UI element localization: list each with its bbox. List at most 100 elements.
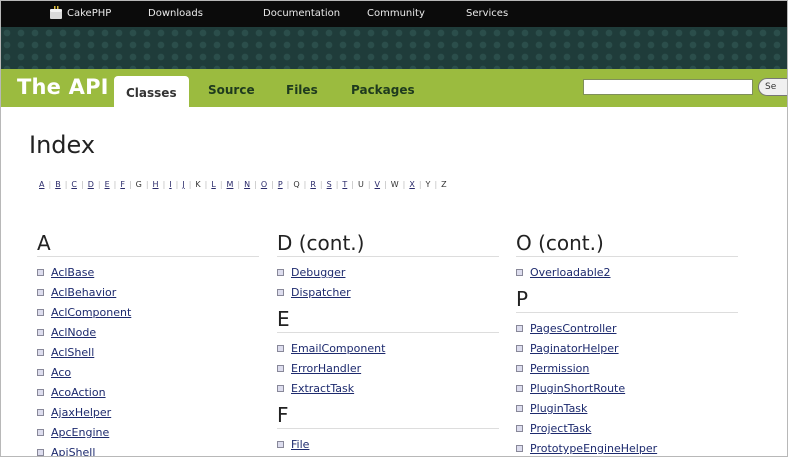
bullet-icon bbox=[37, 389, 44, 396]
nav-community[interactable]: Community bbox=[367, 8, 425, 19]
letter-separator: | bbox=[162, 180, 166, 189]
nav-downloads[interactable]: Downloads bbox=[148, 8, 203, 19]
letter-p[interactable]: P bbox=[278, 180, 283, 189]
letter-separator: | bbox=[219, 180, 223, 189]
letter-a[interactable]: A bbox=[39, 180, 44, 189]
class-link[interactable]: ApcEngine bbox=[51, 426, 109, 439]
class-link[interactable]: Dispatcher bbox=[291, 286, 351, 299]
list-item: Aco bbox=[37, 363, 259, 383]
class-link[interactable]: PluginTask bbox=[530, 402, 587, 415]
letter-separator: | bbox=[64, 180, 68, 189]
list-item: PluginShortRoute bbox=[516, 379, 738, 399]
top-navigation-bar: CakePHP Downloads Documentation Communit… bbox=[1, 1, 787, 27]
class-list: EmailComponent ErrorHandler ExtractTask bbox=[277, 339, 499, 399]
letter-separator: | bbox=[175, 180, 179, 189]
letter-h[interactable]: H bbox=[153, 180, 159, 189]
bullet-icon bbox=[516, 345, 523, 352]
letter-index: A | B | C | D | E | F | G | H | I | J | K | L | M | N | O | P | Q | R | S | T |… bbox=[39, 180, 450, 189]
letter-separator: | bbox=[97, 180, 101, 189]
class-link[interactable]: Permission bbox=[530, 362, 589, 375]
column-1: A AclBase AclBehavior AclComponent AclNode Ac… bbox=[37, 231, 259, 456]
letter-v[interactable]: V bbox=[375, 180, 380, 189]
class-link[interactable]: AclComponent bbox=[51, 306, 131, 319]
letter-b[interactable]: B bbox=[55, 180, 61, 189]
letter-separator: | bbox=[48, 180, 52, 189]
class-link[interactable]: AclBase bbox=[51, 266, 94, 279]
letter-separator: | bbox=[367, 180, 371, 189]
class-link[interactable]: ApiShell bbox=[51, 446, 95, 456]
letter-l[interactable]: L bbox=[211, 180, 215, 189]
letter-d[interactable]: D bbox=[88, 180, 94, 189]
class-link[interactable]: PrototypeEngineHelper bbox=[530, 442, 657, 455]
class-link[interactable]: AclBehavior bbox=[51, 286, 116, 299]
list-item: AclComponent bbox=[37, 303, 259, 323]
list-item: ProjectTask bbox=[516, 419, 738, 439]
list-item: File bbox=[277, 435, 499, 455]
bullet-icon bbox=[516, 269, 523, 276]
class-link[interactable]: ErrorHandler bbox=[291, 362, 361, 375]
letter-i[interactable]: I bbox=[169, 180, 171, 189]
letter-s[interactable]: S bbox=[327, 180, 332, 189]
letter-o[interactable]: O bbox=[261, 180, 267, 189]
tab-classes[interactable]: Classes bbox=[114, 76, 189, 107]
list-item: PluginTask bbox=[516, 399, 738, 419]
nav-services[interactable]: Services bbox=[466, 8, 508, 19]
letter-w: W bbox=[390, 180, 399, 189]
letter-m[interactable]: M bbox=[227, 180, 234, 189]
letter-separator: | bbox=[434, 180, 438, 189]
list-item: EmailComponent bbox=[277, 339, 499, 359]
list-item: ApcEngine bbox=[37, 423, 259, 443]
letter-y: Y bbox=[425, 180, 431, 189]
search-input[interactable] bbox=[583, 79, 753, 95]
letter-f[interactable]: F bbox=[120, 180, 125, 189]
class-link[interactable]: File bbox=[291, 438, 309, 451]
site-title[interactable]: The API bbox=[17, 75, 109, 99]
class-link[interactable]: PaginatorHelper bbox=[530, 342, 619, 355]
bullet-icon bbox=[277, 441, 284, 448]
class-link[interactable]: EmailComponent bbox=[291, 342, 385, 355]
letter-t[interactable]: T bbox=[342, 180, 347, 189]
bullet-icon bbox=[516, 385, 523, 392]
class-link[interactable]: ProjectTask bbox=[530, 422, 591, 435]
letter-n[interactable]: N bbox=[244, 180, 250, 189]
list-item: ExtractTask bbox=[277, 379, 499, 399]
letter-separator: | bbox=[237, 180, 241, 189]
cakephp-logo-icon bbox=[50, 6, 62, 19]
letter-r[interactable]: R bbox=[310, 180, 316, 189]
letter-u: U bbox=[357, 180, 364, 189]
class-link[interactable]: AclNode bbox=[51, 326, 96, 339]
nav-documentation[interactable]: Documentation bbox=[263, 8, 340, 19]
letter-j[interactable]: J bbox=[182, 180, 184, 189]
class-link[interactable]: PluginShortRoute bbox=[530, 382, 625, 395]
letter-separator: | bbox=[145, 180, 149, 189]
letter-separator: | bbox=[402, 180, 406, 189]
bullet-icon bbox=[277, 345, 284, 352]
class-link[interactable]: AclShell bbox=[51, 346, 94, 359]
tab-source[interactable]: Source bbox=[208, 83, 255, 97]
class-link[interactable]: AjaxHelper bbox=[51, 406, 111, 419]
letter-c[interactable]: C bbox=[71, 180, 77, 189]
tab-files[interactable]: Files bbox=[286, 83, 318, 97]
class-link[interactable]: Overloadable2 bbox=[530, 266, 611, 279]
tab-packages[interactable]: Packages bbox=[351, 83, 415, 97]
class-link[interactable]: PagesController bbox=[530, 322, 616, 335]
letter-separator: | bbox=[418, 180, 422, 189]
list-item: Dispatcher bbox=[277, 283, 499, 303]
search-button[interactable]: Se bbox=[758, 78, 787, 96]
class-link[interactable]: ExtractTask bbox=[291, 382, 354, 395]
list-item: AclShell bbox=[37, 343, 259, 363]
letter-z: Z bbox=[441, 180, 447, 189]
bullet-icon bbox=[37, 429, 44, 436]
class-link[interactable]: Aco bbox=[51, 366, 71, 379]
section-heading: O (cont.) bbox=[516, 231, 738, 257]
letter-e[interactable]: E bbox=[105, 180, 110, 189]
letter-g: G bbox=[135, 180, 142, 189]
class-link[interactable]: AcoAction bbox=[51, 386, 106, 399]
class-link[interactable]: Debugger bbox=[291, 266, 345, 279]
letter-separator: | bbox=[351, 180, 354, 189]
nav-cakephp[interactable]: CakePHP bbox=[67, 8, 111, 19]
bullet-icon bbox=[277, 289, 284, 296]
section-heading: A bbox=[37, 231, 259, 257]
list-item: PrototypeEngineHelper bbox=[516, 439, 738, 456]
letter-x[interactable]: X bbox=[409, 180, 414, 189]
